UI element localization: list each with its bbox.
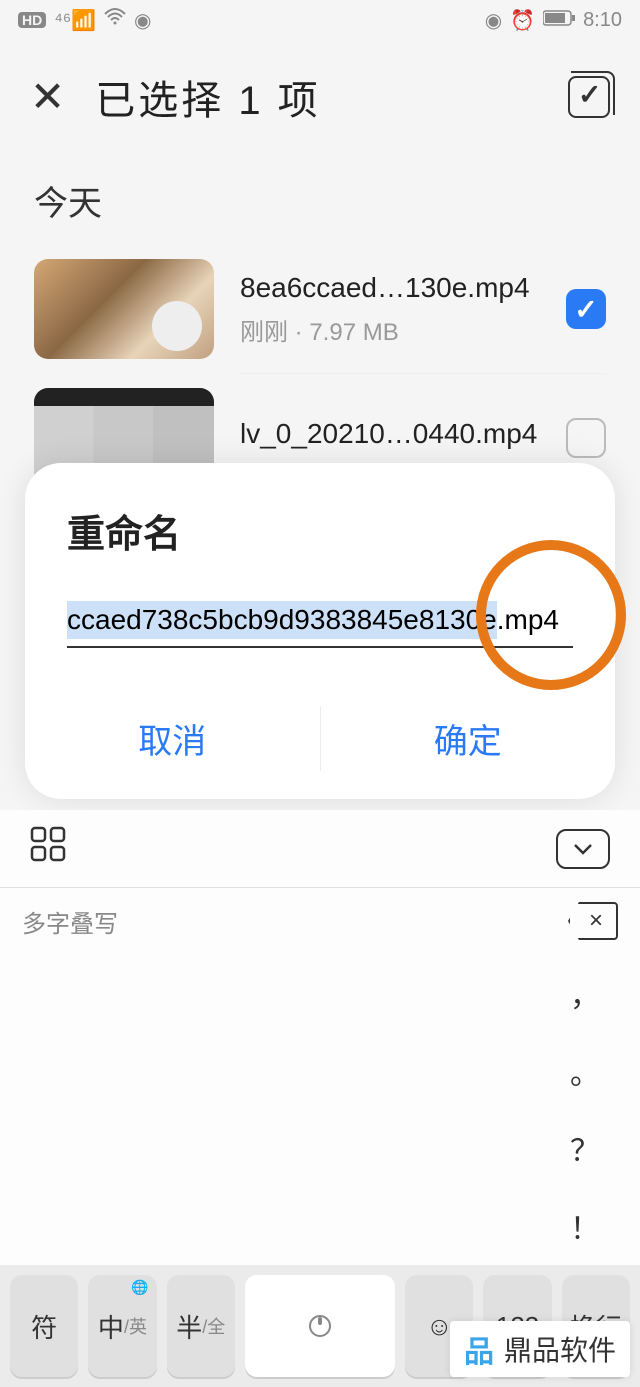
handwriting-hint: 多字叠写 (22, 904, 118, 939)
space-key[interactable] (245, 1275, 395, 1377)
file-checkbox[interactable] (566, 418, 606, 458)
keyboard-switch-icon[interactable] (30, 826, 66, 871)
hd-icon: HD (18, 12, 46, 28)
watermark: 品 鼎品软件 (450, 1321, 630, 1377)
file-checkbox[interactable] (566, 289, 606, 329)
select-all-button[interactable] (568, 76, 610, 118)
eye-icon: ◉ (485, 8, 502, 33)
handwriting-area[interactable]: ， 。 ？ ！ (0, 954, 640, 1265)
confirm-button[interactable]: 确定 (321, 678, 616, 799)
symbol-key[interactable]: 符 (10, 1275, 78, 1377)
cancel-button[interactable]: 取消 (25, 678, 320, 799)
nfc-icon: ◉ (134, 8, 151, 33)
watermark-text: 鼎品软件 (504, 1329, 616, 1369)
close-icon[interactable]: ✕ (30, 76, 65, 118)
battery-icon (543, 9, 575, 32)
alarm-icon: ⏰ (510, 8, 535, 33)
dialog-title: 重命名 (25, 503, 615, 598)
watermark-icon: 品 (464, 1327, 494, 1371)
keyboard: 多字叠写 ， 。 ？ ！ 符 🌐 中/英 半/全 ☺ 123 换行 (0, 810, 640, 1387)
globe-icon: 🌐 (131, 1279, 148, 1296)
selection-header: ✕ 已选择 1 项 (0, 40, 640, 146)
file-name: lv_0_20210…0440.mp4 (240, 418, 540, 450)
signal-icon: ⁴⁶📶 (54, 8, 96, 33)
punct-key[interactable]: ？ (570, 1113, 600, 1183)
punct-key[interactable]: ！ (570, 1191, 600, 1261)
width-key[interactable]: 半/全 (167, 1275, 235, 1377)
rename-dialog: 重命名 ccaed738c5bcb9d9383845e8130e.mp4 取消 … (25, 463, 615, 799)
file-row[interactable]: 8ea6ccaed…130e.mp4 刚刚 · 7.97 MB (0, 245, 640, 373)
file-meta: 刚刚 · 7.97 MB (240, 312, 540, 347)
backspace-key[interactable] (568, 902, 618, 940)
clock-text: 8:10 (583, 9, 622, 32)
page-title: 已选择 1 项 (95, 68, 320, 126)
status-bar: HD ⁴⁶📶 ◉ ◉ ⏰ 8:10 (0, 0, 640, 40)
wifi-icon (104, 8, 126, 32)
collapse-keyboard-icon[interactable] (556, 829, 610, 869)
language-key[interactable]: 🌐 中/英 (88, 1275, 156, 1377)
video-thumbnail (34, 259, 214, 359)
punct-key[interactable]: 。 (570, 1036, 600, 1106)
rename-input[interactable]: ccaed738c5bcb9d9383845e8130e.mp4 (67, 598, 573, 648)
section-today: 今天 (0, 146, 640, 245)
file-name: 8ea6ccaed…130e.mp4 (240, 272, 540, 304)
punct-key[interactable]: ， (570, 958, 600, 1028)
